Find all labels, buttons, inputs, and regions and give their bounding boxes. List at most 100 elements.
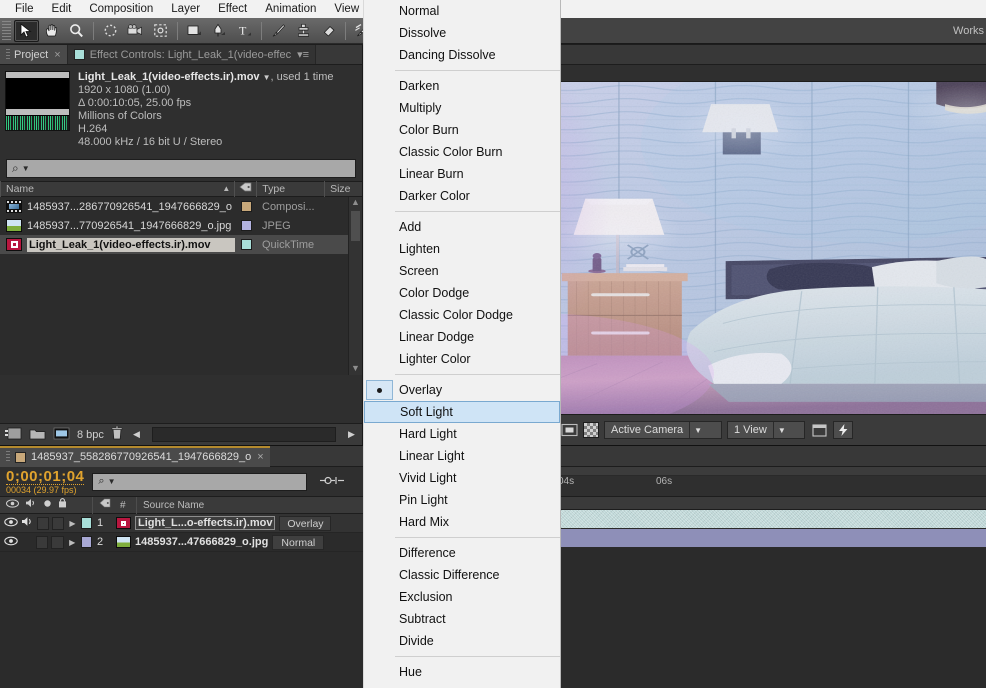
blend-mode-item-hard-light[interactable]: Hard Light [364,423,560,445]
eye-icon[interactable] [4,517,18,530]
live-update-icon[interactable] [319,475,345,489]
sort-ascending-icon[interactable]: ▲ [222,181,230,197]
tab-timeline[interactable]: 1485937_558286770926541_1947666829_o × [0,445,270,467]
label-color[interactable] [235,201,257,212]
blend-mode-menu[interactable]: Normal Dissolve Dancing Dissolve Darken Mult… [363,0,561,688]
blend-mode-item-pin-light[interactable]: Pin Light [364,489,560,511]
rotation-tool[interactable] [98,20,123,42]
pan-behind-tool[interactable] [148,20,173,42]
clone-stamp-tool[interactable] [291,20,316,42]
selection-tool[interactable] [14,19,39,42]
blend-mode-item-normal[interactable]: Normal [364,0,560,22]
solo-toggle[interactable] [37,516,49,530]
fast-previews-icon[interactable] [833,421,853,439]
chevron-down-icon[interactable]: ▼ [263,73,271,82]
blend-mode-item-linear-dodge[interactable]: Linear Dodge [364,326,560,348]
blend-mode-item-divide[interactable]: Divide [364,630,560,652]
blend-mode-item-difference[interactable]: Difference [364,542,560,564]
zoom-tool[interactable] [64,20,89,42]
region-of-interest-icon[interactable] [560,421,578,439]
panel-menu-icon[interactable]: ▾≡ [297,48,309,61]
blend-mode-item-screen[interactable]: Screen [364,260,560,282]
brush-tool[interactable] [266,20,291,42]
av-toggles[interactable]: ▶ [0,516,92,530]
close-icon[interactable]: × [257,451,263,463]
new-folder-icon[interactable] [29,427,46,443]
expand-triangle-icon[interactable]: ▶ [67,538,78,547]
blend-mode-item-lighten[interactable]: Lighten [364,238,560,260]
hand-tool[interactable] [39,20,64,42]
tab-project[interactable]: Project × [0,45,68,64]
scroll-left-icon[interactable]: ◀ [130,429,143,440]
transparency-grid-icon[interactable] [583,422,599,438]
menu-item-animation[interactable]: Animation [256,0,325,18]
shape-tool[interactable] [182,20,207,42]
blend-mode-item-linear-light[interactable]: Linear Light [364,445,560,467]
tab-effect-controls[interactable]: Effect Controls: Light_Leak_1(video-effe… [67,45,317,64]
blend-mode-dropdown[interactable]: Normal [272,534,325,550]
new-comp-icon[interactable] [4,427,22,443]
label-color[interactable] [80,517,92,529]
solo-toggle[interactable] [36,535,49,549]
label-color[interactable] [235,220,257,231]
column-label[interactable] [234,181,256,197]
eye-icon[interactable] [4,536,18,549]
project-search-input[interactable]: ⌕ ▼ [6,159,356,178]
scroll-thumb[interactable] [351,211,360,241]
list-item[interactable]: Light_Leak_1(video-effects.ir).mov Quick… [0,235,362,254]
blend-mode-item-classic-color-dodge[interactable]: Classic Color Dodge [364,304,560,326]
blend-mode-item-dancing-dissolve[interactable]: Dancing Dissolve [364,44,560,66]
blend-mode-item-add[interactable]: Add [364,216,560,238]
source-name-header[interactable]: Source Name [136,496,332,514]
pen-tool[interactable] [207,20,232,42]
blend-mode-item-multiply[interactable]: Multiply [364,97,560,119]
bit-depth-label[interactable]: 8 bpc [77,429,104,441]
layer-source-name[interactable]: Light_L...o-effects.ir).mov [135,516,276,530]
toolbar-grip[interactable] [2,20,11,41]
blend-mode-item-linear-burn[interactable]: Linear Burn [364,163,560,185]
blend-mode-item-darken[interactable]: Darken [364,75,560,97]
scroll-down-icon[interactable]: ▼ [349,363,362,373]
chevron-down-icon[interactable]: ▼ [22,164,30,173]
camera-view-dropdown[interactable]: Active Camera ▼ [604,421,722,439]
blend-mode-item-hue[interactable]: Hue [364,661,560,683]
workspace-label[interactable]: Works [953,25,984,37]
column-size[interactable]: Size [324,181,362,197]
project-scrollbar[interactable]: ▲ ▼ [348,197,362,375]
close-icon[interactable]: × [54,49,60,61]
blend-mode-item-darker-color[interactable]: Darker Color [364,185,560,207]
blend-mode-item-vivid-light[interactable]: Vivid Light [364,467,560,489]
menu-item-layer[interactable]: Layer [162,0,209,18]
blend-mode-dropdown[interactable]: Overlay [279,515,332,531]
horizontal-scroll-track[interactable] [151,427,336,442]
expand-triangle-icon[interactable]: ▶ [67,519,78,528]
timeline-search-input[interactable]: ⌕ ▼ [92,472,308,491]
menu-item-view[interactable]: View [325,0,368,18]
scroll-up-icon[interactable]: ▲ [349,197,362,207]
view-layout-dropdown[interactable]: 1 View ▼ [727,421,805,439]
blend-mode-item-overlay[interactable]: Overlay [364,379,560,401]
blend-mode-item-soft-light[interactable]: Soft Light [364,401,560,423]
delete-icon[interactable] [111,426,123,443]
blend-mode-item-hard-mix[interactable]: Hard Mix [364,511,560,533]
blend-mode-item-color-burn[interactable]: Color Burn [364,119,560,141]
pixel-aspect-correction-icon[interactable] [810,421,828,439]
camera-tool[interactable] [123,20,148,42]
menu-item-edit[interactable]: Edit [43,0,81,18]
column-type[interactable]: Type [256,181,324,197]
current-time-display[interactable]: 0;00;01;04 00034 (29.97 fps) [0,469,92,495]
menu-item-composition[interactable]: Composition [80,0,162,18]
blend-mode-item-classic-difference[interactable]: Classic Difference [364,564,560,586]
interpret-footage-icon[interactable] [53,427,70,443]
eraser-tool[interactable] [316,20,341,42]
column-name[interactable]: Name ▲ [0,181,234,197]
scroll-right-icon[interactable]: ▶ [345,429,358,440]
list-item[interactable]: 1485937...770926541_1947666829_o.jpg JPE… [0,216,362,235]
blend-mode-item-exclusion[interactable]: Exclusion [364,586,560,608]
label-color[interactable] [80,536,93,548]
lock-toggle[interactable] [51,535,64,549]
blend-mode-item-classic-color-burn[interactable]: Classic Color Burn [364,141,560,163]
menu-item-file[interactable]: File [6,0,43,18]
layer-source-name[interactable]: 1485937...47666829_o.jpg [135,536,268,548]
av-toggles[interactable]: ▶ [0,535,93,549]
